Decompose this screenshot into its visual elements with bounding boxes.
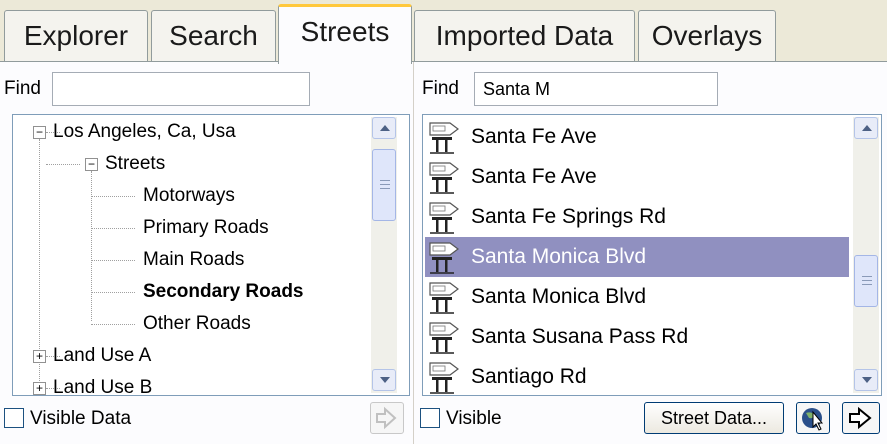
grip-icon bbox=[862, 280, 872, 281]
add-street-button[interactable] bbox=[842, 402, 880, 434]
arrow-down-icon bbox=[862, 377, 872, 383]
tree-node-primary-roads[interactable]: Primary Roads bbox=[143, 217, 269, 239]
tree-node-secondary-roads[interactable]: Secondary Roads bbox=[143, 281, 304, 303]
tree-node-los-angeles[interactable]: Los Angeles, Ca, Usa bbox=[53, 121, 236, 143]
tree-connector bbox=[91, 292, 135, 293]
category-panel: Find − Los Angeles, Ca, Usa − Streets Mo… bbox=[0, 62, 414, 444]
tree-node-streets[interactable]: Streets bbox=[105, 153, 165, 175]
tab-divider-line bbox=[0, 61, 887, 62]
find-label: Find bbox=[4, 78, 41, 99]
tab-streets[interactable]: Streets bbox=[278, 4, 412, 64]
tree-scrollbar[interactable] bbox=[371, 117, 397, 393]
street-sign-icon bbox=[428, 279, 464, 315]
tree-connector bbox=[46, 164, 80, 165]
street-scrollbar[interactable] bbox=[853, 117, 879, 393]
tab-imported-data[interactable]: Imported Data bbox=[414, 10, 635, 62]
find-label: Find bbox=[422, 78, 459, 99]
tab-search[interactable]: Search bbox=[151, 10, 276, 62]
street-sign-icon bbox=[428, 319, 464, 355]
tree-connector bbox=[91, 196, 135, 197]
tab-explorer[interactable]: Explorer bbox=[4, 10, 148, 62]
grip-icon bbox=[862, 276, 872, 277]
category-tree[interactable]: − Los Angeles, Ca, Usa − Streets Motorwa… bbox=[12, 114, 410, 396]
tree-node-land-use-a[interactable]: Land Use A bbox=[53, 345, 151, 367]
street-panel: Find Santa Fe Ave Santa Fe Ave Santa Fe Sp… bbox=[414, 62, 887, 444]
tree-node-other-roads[interactable]: Other Roads bbox=[143, 313, 251, 335]
street-list-item[interactable]: Santiago Rd bbox=[425, 357, 849, 395]
street-list-item[interactable]: Santa Fe Ave bbox=[425, 157, 849, 197]
collapse-icon[interactable]: − bbox=[33, 126, 46, 139]
street-list[interactable]: Santa Fe Ave Santa Fe Ave Santa Fe Springs… bbox=[422, 114, 882, 396]
collapse-icon[interactable]: − bbox=[85, 158, 98, 171]
tree-node-main-roads[interactable]: Main Roads bbox=[143, 249, 244, 271]
category-find-input[interactable] bbox=[52, 72, 310, 106]
street-list-item[interactable]: Santa Fe Springs Rd bbox=[425, 197, 849, 237]
globe-cursor-icon bbox=[802, 408, 824, 431]
street-name: Santiago Rd bbox=[471, 365, 587, 388]
scroll-thumb[interactable] bbox=[372, 149, 396, 221]
street-name: Santa Fe Ave bbox=[471, 125, 597, 148]
tree-node-land-use-b[interactable]: Land Use B bbox=[53, 377, 152, 395]
street-sign-icon bbox=[428, 199, 464, 235]
category-find-row: Find bbox=[0, 70, 413, 106]
street-name: Santa Fe Springs Rd bbox=[471, 205, 666, 228]
expand-icon[interactable]: + bbox=[33, 382, 46, 395]
street-data-button[interactable]: Street Data... bbox=[644, 402, 784, 434]
map-cursor-button[interactable] bbox=[796, 402, 830, 434]
scroll-thumb[interactable] bbox=[854, 255, 878, 307]
street-list-item[interactable]: Santa Monica Blvd bbox=[425, 277, 849, 317]
street-list-item[interactable]: Santa Susana Pass Rd bbox=[425, 317, 849, 357]
street-list-item[interactable]: Santa Monica Blvd bbox=[425, 237, 849, 277]
visible-data-label: Visible Data bbox=[30, 408, 132, 429]
arrow-down-icon bbox=[380, 377, 390, 383]
street-list-item[interactable]: Santa Fe Ave bbox=[425, 117, 849, 157]
scroll-down-button[interactable] bbox=[372, 369, 396, 391]
add-layer-button[interactable] bbox=[370, 402, 404, 434]
street-sign-icon bbox=[428, 239, 464, 275]
scroll-up-button[interactable] bbox=[372, 117, 396, 139]
tree-node-motorways[interactable]: Motorways bbox=[143, 185, 235, 207]
street-find-input[interactable] bbox=[474, 72, 718, 106]
street-name: Santa Susana Pass Rd bbox=[471, 325, 689, 348]
visible-checkbox[interactable] bbox=[420, 408, 440, 428]
scroll-down-button[interactable] bbox=[854, 369, 878, 391]
scroll-up-button[interactable] bbox=[854, 117, 878, 139]
arrow-right-icon bbox=[849, 406, 872, 430]
tree-connector bbox=[91, 260, 135, 261]
street-sign-icon bbox=[428, 119, 464, 155]
arrow-right-icon bbox=[376, 406, 397, 430]
arrow-up-icon bbox=[862, 125, 872, 131]
street-find-row: Find bbox=[414, 70, 887, 106]
grip-icon bbox=[380, 184, 390, 185]
grip-icon bbox=[380, 188, 390, 189]
tab-bar: Explorer Search Streets Imported Data Ov… bbox=[0, 0, 887, 64]
street-sign-icon bbox=[428, 159, 464, 195]
street-name: Santa Monica Blvd bbox=[471, 245, 647, 268]
grip-icon bbox=[862, 284, 872, 285]
street-sign-icon bbox=[428, 359, 464, 395]
visible-label: Visible bbox=[446, 408, 502, 429]
street-name: Santa Fe Ave bbox=[471, 165, 597, 188]
grip-icon bbox=[380, 180, 390, 181]
arrow-up-icon bbox=[380, 125, 390, 131]
expand-icon[interactable]: + bbox=[33, 350, 46, 363]
street-name: Santa Monica Blvd bbox=[471, 285, 647, 308]
tree-connector bbox=[91, 171, 92, 321]
tree-connector bbox=[91, 228, 135, 229]
visible-data-checkbox[interactable] bbox=[4, 408, 24, 428]
tab-overlays[interactable]: Overlays bbox=[638, 10, 776, 62]
tree-connector bbox=[91, 324, 135, 325]
